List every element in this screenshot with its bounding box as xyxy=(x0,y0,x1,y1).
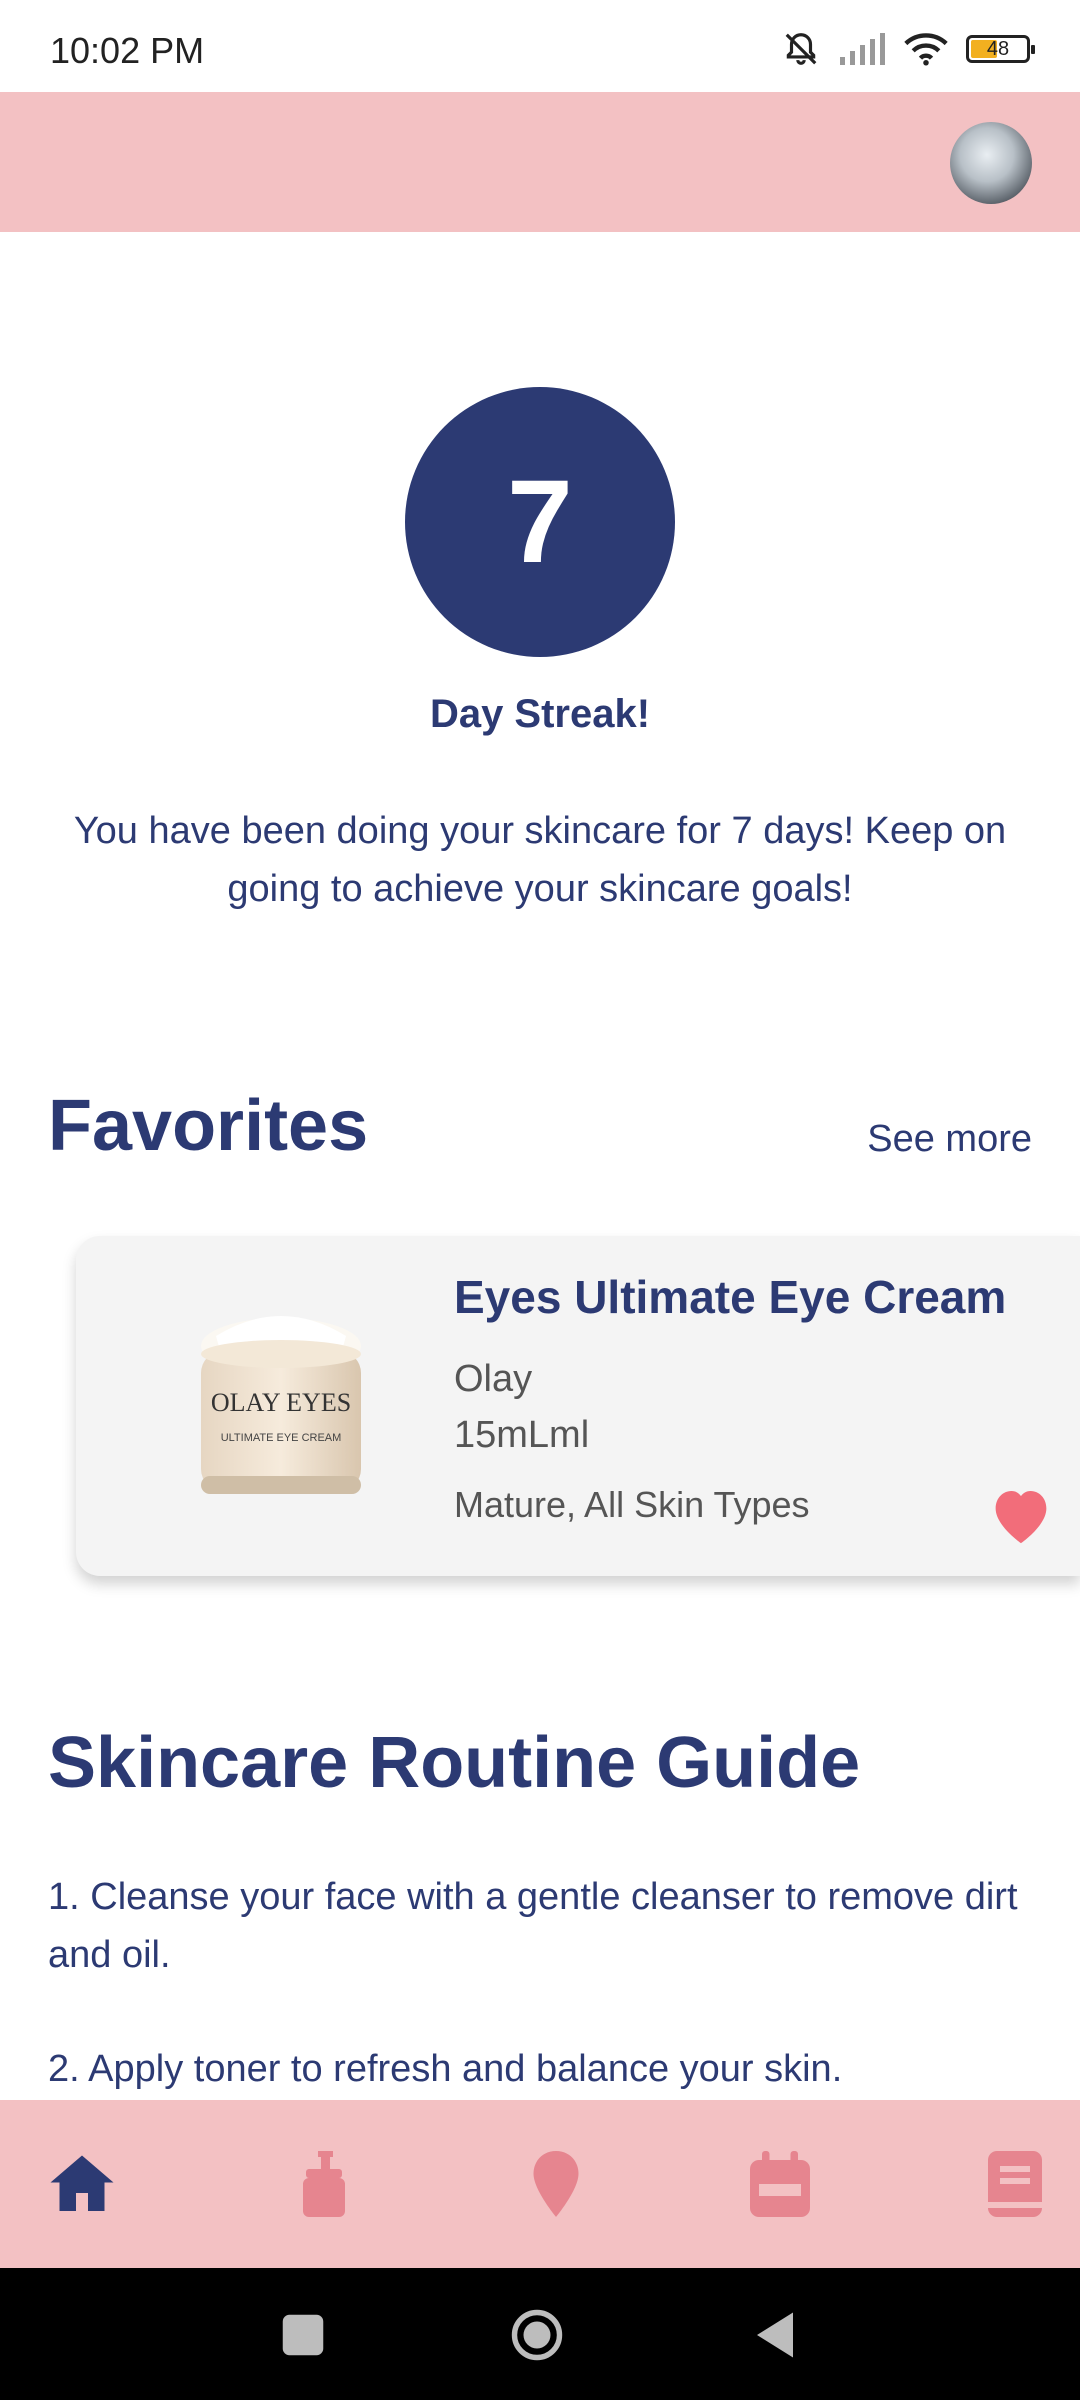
jar-label-brand: OLAY EYES xyxy=(211,1388,351,1417)
status-icons: 48 xyxy=(782,30,1035,68)
app-bar xyxy=(0,92,1080,232)
recent-apps-icon[interactable] xyxy=(276,2308,330,2362)
signal-icon xyxy=(840,33,885,65)
favorites-heading: Favorites xyxy=(48,1086,369,1166)
favorite-product-card[interactable]: OLAY EYES ULTIMATE EYE CREAM Eyes Ultima… xyxy=(76,1236,1080,1576)
product-skin-type: Mature, All Skin Types xyxy=(454,1484,810,1525)
home-button-icon[interactable] xyxy=(510,2308,564,2362)
streak-count-badge: 7 xyxy=(405,387,675,657)
jar-label-product: ULTIMATE EYE CREAM xyxy=(221,1432,342,1444)
wifi-icon xyxy=(904,33,948,66)
bottom-nav xyxy=(0,2100,1080,2268)
calendar-icon[interactable] xyxy=(744,2148,816,2220)
guide-step: 2. Apply toner to refresh and balance yo… xyxy=(48,2048,843,2090)
products-icon[interactable] xyxy=(288,2148,360,2220)
home-icon[interactable] xyxy=(46,2148,118,2220)
product-brand: Olay xyxy=(454,1358,533,1400)
back-icon[interactable] xyxy=(748,2308,802,2362)
product-image: OLAY EYES ULTIMATE EYE CREAM xyxy=(201,1316,361,1494)
system-nav-bar xyxy=(0,2268,1080,2400)
status-time: 10:02 PM xyxy=(50,30,205,71)
battery-icon: 48 xyxy=(966,35,1035,63)
bell-off-icon xyxy=(785,33,817,65)
streak-title: Day Streak! xyxy=(429,692,651,736)
journal-icon[interactable] xyxy=(976,2148,1048,2220)
battery-level: 48 xyxy=(986,37,1010,60)
product-name: Eyes Ultimate Eye Cream xyxy=(454,1271,1007,1323)
guide-heading: Skincare Routine Guide xyxy=(48,1723,861,1803)
product-size: 15mLml xyxy=(454,1414,590,1456)
streak-message: You have been doing your skincare for 7 … xyxy=(73,810,1007,910)
location-icon[interactable] xyxy=(520,2148,592,2220)
see-more-link[interactable]: See more xyxy=(867,1118,1032,1161)
favorite-heart-icon[interactable] xyxy=(986,1484,1056,1546)
guide-step: 1. Cleanse your face with a gentle clean… xyxy=(48,1876,1018,1976)
status-bar: 10:02 PM 48 xyxy=(0,0,1080,92)
user-avatar[interactable] xyxy=(950,122,1032,204)
